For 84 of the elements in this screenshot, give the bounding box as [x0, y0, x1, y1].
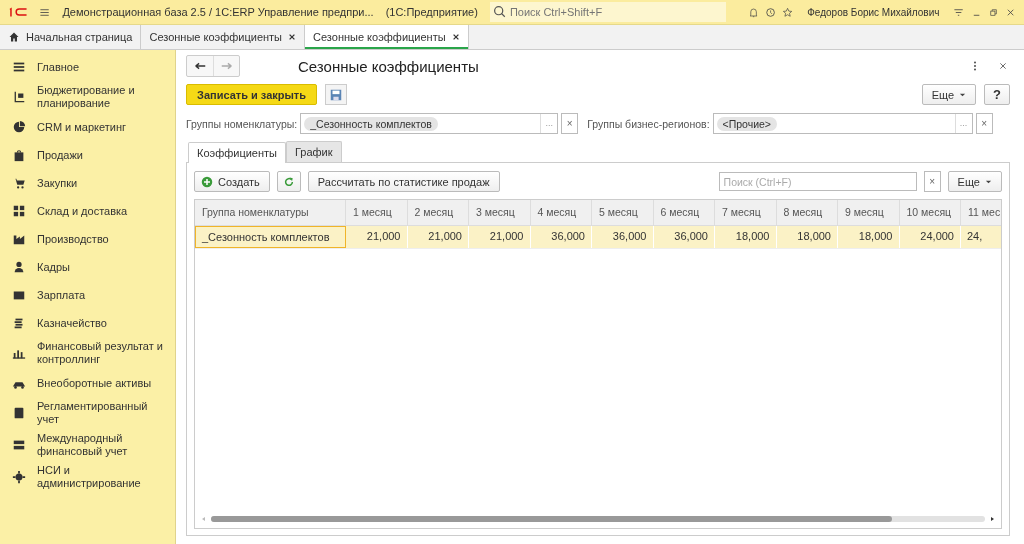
field-label: Группы номенклатуры:: [186, 117, 298, 130]
section-icon: [12, 406, 26, 420]
window-tab[interactable]: Сезонные коэффициенты: [305, 25, 469, 49]
sidebar-item[interactable]: Закупки: [0, 169, 175, 197]
table-cell: _Сезонность комплектов: [195, 226, 346, 248]
section-icon: [12, 120, 26, 134]
table-cell-text: 24,: [966, 229, 984, 244]
section-icon: [12, 470, 26, 484]
search-field[interactable]: Поиск Ctrl+Shift+F: [489, 2, 726, 22]
sidebar-item[interactable]: Склад и доставка: [0, 197, 175, 225]
form-title: Сезонные коэффициенты: [298, 57, 479, 75]
table-cell: 36,000: [592, 226, 654, 248]
sidebar-item[interactable]: Финансовый результат и контроллинг: [0, 337, 175, 369]
clear-button[interactable]: ×: [923, 171, 941, 192]
table-cell: 21,000: [407, 226, 469, 248]
section-icon: [12, 204, 26, 218]
column-header[interactable]: 1 месяц: [346, 200, 408, 225]
column-header[interactable]: 11 мес: [961, 200, 1001, 225]
more-button[interactable]: Еще: [947, 171, 1002, 192]
form-tab[interactable]: Коэффициенты: [188, 142, 286, 163]
sidebar-item[interactable]: CRM и маркетинг: [0, 113, 175, 141]
close-icon[interactable]: [288, 33, 297, 41]
refresh-icon: [282, 175, 295, 188]
sidebar-item[interactable]: Бюджетирование и планирование: [0, 81, 175, 113]
caret-icon: [985, 178, 992, 185]
sidebar-item[interactable]: Главное: [0, 53, 175, 81]
sidebar-item[interactable]: Производство: [0, 225, 175, 253]
table-cell: 21,000: [469, 226, 531, 248]
table-cell: 24,000: [899, 226, 961, 248]
search-field[interactable]: Поиск (Ctrl+F): [718, 172, 917, 191]
sidebar-item[interactable]: Регламентированный учет: [0, 397, 175, 429]
right-arrow-icon[interactable]: [989, 516, 995, 522]
window-tab[interactable]: Начальная страница: [0, 25, 142, 49]
sidebar-item[interactable]: Международный финансовый учет: [0, 429, 175, 461]
save-button[interactable]: [325, 84, 348, 105]
column-header[interactable]: 7 месяц: [715, 200, 777, 225]
sidebar-item[interactable]: НСИ и администрирование: [0, 461, 175, 493]
create-button[interactable]: Создать: [194, 171, 270, 192]
plus-icon: [201, 175, 213, 188]
help-button[interactable]: ?: [984, 84, 1010, 105]
sidebar-item[interactable]: Кадры: [0, 253, 175, 281]
user-name[interactable]: Федоров Борис Михайлович: [807, 6, 940, 18]
form-tab[interactable]: График: [285, 141, 342, 162]
table-row[interactable]: _Сезонность комплектов 21,000 21,000 21,000 36,000 36,000 36,000 18,000 18,000 18,000 24,000 24,: [195, 226, 1001, 249]
table-cell: 36,000: [653, 226, 715, 248]
section-icon: [12, 260, 26, 274]
column-header[interactable]: 2 месяц: [407, 200, 469, 225]
sidebar-item[interactable]: Продажи: [0, 141, 175, 169]
section-icon: [12, 90, 26, 104]
section-icon: [12, 60, 26, 74]
sidebar-item[interactable]: Зарплата: [0, 281, 175, 309]
column-header[interactable]: 4 месяц: [530, 200, 592, 225]
caret-icon: [959, 91, 967, 98]
more-button[interactable]: Еще: [921, 84, 977, 105]
clear-button[interactable]: ×: [975, 113, 993, 134]
column-header[interactable]: 8 месяц: [776, 200, 838, 225]
clear-button[interactable]: ×: [561, 113, 579, 134]
section-icon: [12, 316, 26, 330]
table-cell: 18,000: [838, 226, 900, 248]
table-cell: 21,000: [346, 226, 408, 248]
column-header[interactable]: 10 месяц: [899, 200, 961, 225]
calculate-button[interactable]: Рассчитать по статистике продаж: [307, 171, 500, 192]
input-field[interactable]: <Прочие> ...: [712, 113, 973, 134]
table-cell: 36,000: [530, 226, 592, 248]
section-icon: [12, 148, 26, 162]
save-close-button[interactable]: Записать и закрыть: [186, 84, 318, 105]
column-header[interactable]: 6 месяц: [653, 200, 715, 225]
sidebar-item[interactable]: Казначейство: [0, 309, 175, 337]
table-cell: 18,000: [776, 226, 838, 248]
sidebar-item[interactable]: Внеоборотные активы: [0, 369, 175, 397]
column-header[interactable]: 9 месяц: [838, 200, 900, 225]
table-cell: 18,000: [715, 226, 777, 248]
section-icon: [12, 438, 26, 452]
column-header[interactable]: 5 месяц: [592, 200, 654, 225]
column-header[interactable]: 3 месяц: [469, 200, 531, 225]
column-header[interactable]: Группа номенклатуры: [195, 200, 346, 225]
home-icon: [8, 31, 20, 43]
app-title: Демонстрационная база 2.5 / 1С:ERP Управление предпри...: [62, 6, 374, 18]
input-field[interactable]: _Сезонность комплектов ...: [300, 113, 559, 134]
close-icon[interactable]: [451, 33, 460, 41]
platform-label: (1С:Предприятие): [385, 6, 478, 18]
field-label: Группы бизнес-регионов:: [587, 117, 710, 130]
refresh-button[interactable]: [276, 171, 301, 192]
logo-icon: [8, 5, 28, 19]
